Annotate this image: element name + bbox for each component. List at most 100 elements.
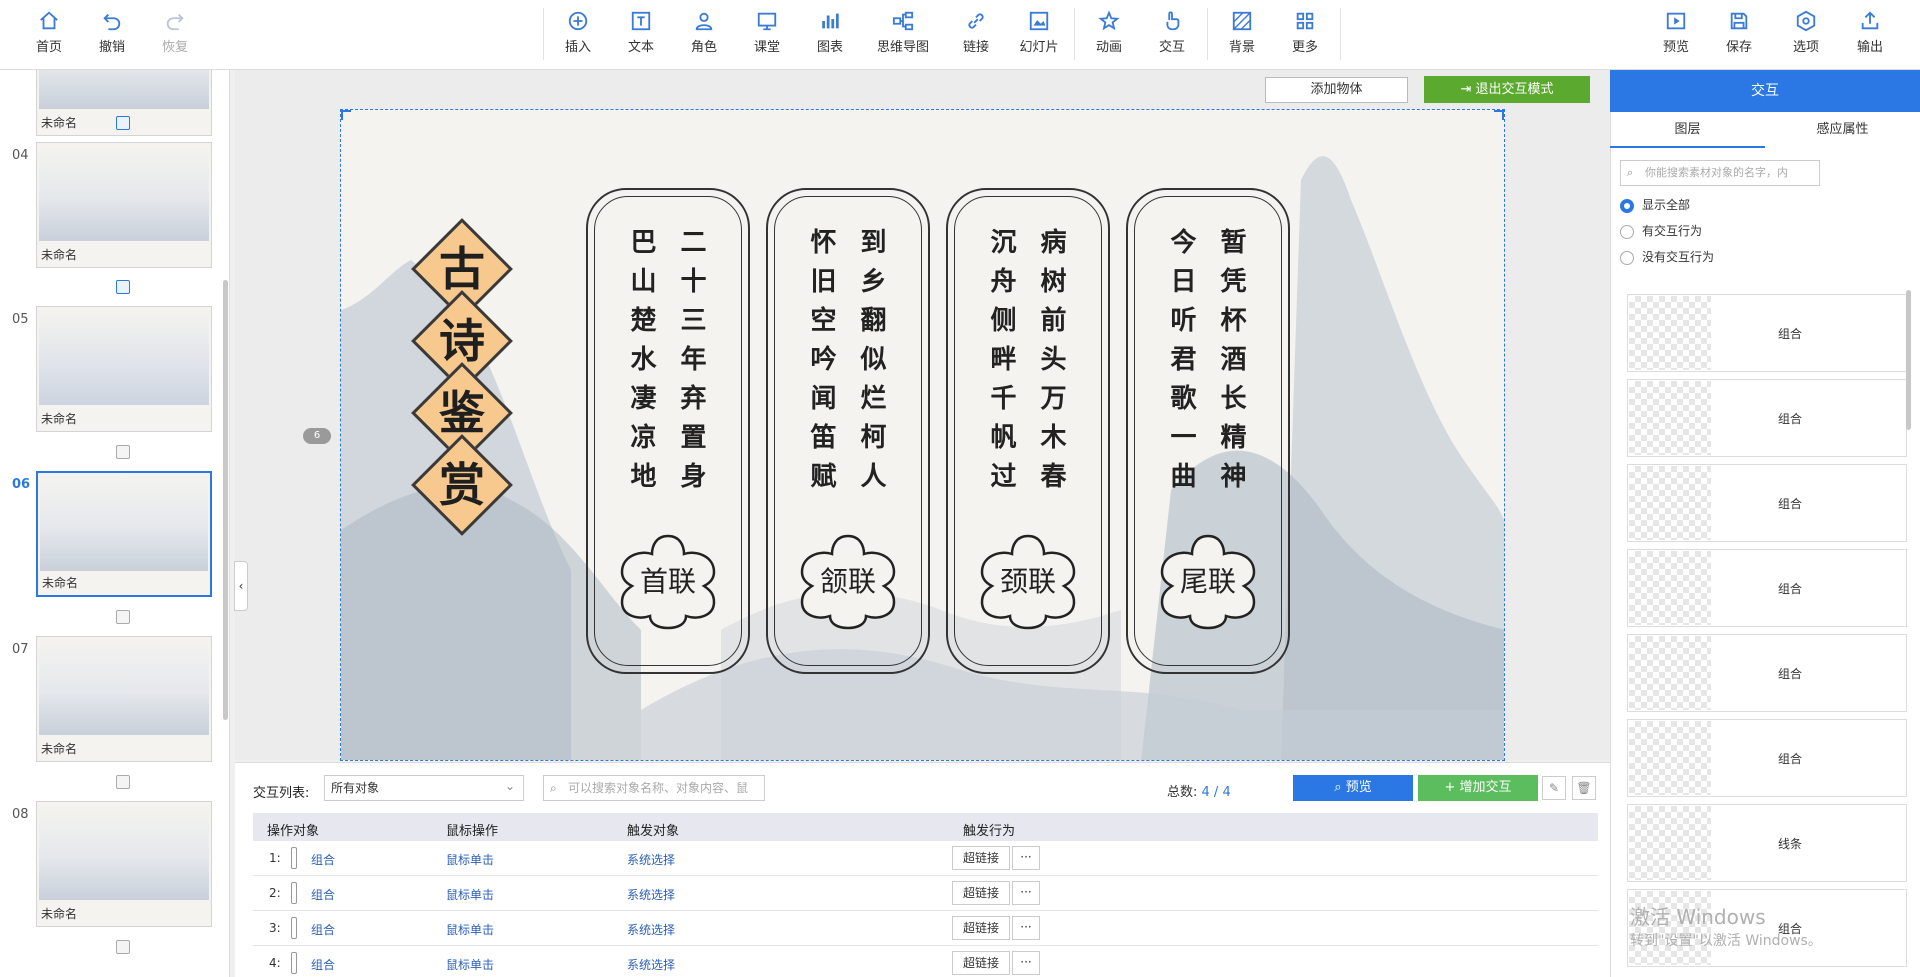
seal-badge[interactable]: 颈联 <box>978 532 1078 632</box>
object-filter-select[interactable]: 所有对象 <box>324 774 524 801</box>
save-button[interactable]: 保存 <box>1711 10 1767 60</box>
selection-handle[interactable] <box>341 110 351 120</box>
text-button[interactable]: 文本 <box>613 10 669 60</box>
tab-layers[interactable]: 图层 <box>1610 112 1765 148</box>
slide-canvas[interactable]: 古 诗 鉴 赏 巴山楚水凄凉地 二十三年弃置身 首联 怀旧空吟闻笛赋 到乡翻似烂… <box>340 109 1505 761</box>
transition-icon[interactable] <box>116 775 130 789</box>
interaction-preview-button[interactable]: ⌕ 预览 <box>1293 775 1413 801</box>
layer-item[interactable]: 组合 <box>1627 634 1907 712</box>
seal-badge[interactable]: 尾联 <box>1158 532 1258 632</box>
slide-thumbnail[interactable]: 未命名 <box>36 801 212 927</box>
chart-button[interactable]: 图表 <box>802 10 858 60</box>
poem-card-3[interactable]: 沉舟侧畔千帆过 病树前头万木春 颈联 <box>946 188 1110 674</box>
layer-item[interactable]: 组合 <box>1627 719 1907 797</box>
layer-list-scrollbar[interactable] <box>1906 290 1911 430</box>
filter-show-all-radio[interactable]: 显示全部 <box>1620 196 1690 213</box>
layer-name: 线条 <box>1778 837 1803 851</box>
windows-activation-watermark: 激活 Windows 转到"设置"以激活 Windows。 <box>1630 905 1822 953</box>
options-button[interactable]: 选项 <box>1778 10 1834 60</box>
filter-without-interaction-radio[interactable]: 没有交互行为 <box>1620 248 1714 265</box>
layer-item[interactable]: 线条 <box>1627 804 1907 882</box>
layer-search-input[interactable]: ⌕ 你能搜索素材对象的名字，内 <box>1620 160 1820 186</box>
table-row[interactable]: 2: 组合 鼠标单击 系统选择 超链接 ··· <box>253 876 1598 911</box>
row-more-button[interactable]: ··· <box>1012 881 1040 905</box>
row-action-button[interactable]: 超链接 <box>952 951 1010 975</box>
row-target[interactable]: 系统选择 <box>627 851 675 868</box>
seal-badge[interactable]: 首联 <box>618 532 718 632</box>
insert-button[interactable]: 插入 <box>550 10 606 60</box>
interaction-search-placeholder: 可以搜索对象名称、对象内容、鼠 <box>568 781 749 795</box>
slide-thumbnail[interactable]: 未命名 <box>36 142 212 268</box>
tab-sensing-properties[interactable]: 感应属性 <box>1765 112 1920 148</box>
row-object[interactable]: 组合 <box>311 886 335 903</box>
export-button[interactable]: 输出 <box>1842 10 1898 60</box>
preview-button[interactable]: 预览 <box>1648 10 1704 60</box>
seal-badge[interactable]: 颔联 <box>798 532 898 632</box>
gear-icon <box>1794 10 1818 32</box>
add-interaction-button[interactable]: + 增加交互 <box>1418 775 1538 801</box>
redo-icon <box>163 10 187 32</box>
table-row[interactable]: 1: 组合 鼠标单击 系统选择 超链接 ··· <box>253 841 1598 876</box>
row-action-button[interactable]: 超链接 <box>952 846 1010 870</box>
row-object[interactable]: 组合 <box>311 921 335 938</box>
row-object[interactable]: 组合 <box>311 956 335 973</box>
classroom-button[interactable]: 课堂 <box>739 10 795 60</box>
transition-icon[interactable] <box>116 940 130 954</box>
slide-thumbnail[interactable]: 未命名 <box>36 636 212 762</box>
table-row[interactable]: 3: 组合 鼠标单击 系统选择 超链接 ··· <box>253 911 1598 946</box>
poem-card-4[interactable]: 今日听君歌一曲 暂凭杯酒长精神 尾联 <box>1126 188 1290 674</box>
background-button[interactable]: 背景 <box>1214 10 1270 60</box>
layer-item[interactable]: 组合 <box>1627 294 1907 372</box>
interaction-search-input[interactable]: ⌕ 可以搜索对象名称、对象内容、鼠 <box>543 775 765 801</box>
row-mouse-action[interactable]: 鼠标单击 <box>446 886 494 903</box>
layer-item[interactable]: 组合 <box>1627 464 1907 542</box>
mindmap-icon <box>891 10 915 32</box>
row-more-button[interactable]: ··· <box>1012 951 1040 975</box>
plus-circle-icon <box>566 10 590 32</box>
add-object-button[interactable]: 添加物体 <box>1265 77 1408 103</box>
row-object[interactable]: 组合 <box>311 851 335 868</box>
verse-line: 怀旧空吟闻笛赋 <box>806 228 836 501</box>
poem-card-2[interactable]: 怀旧空吟闻笛赋 到乡翻似烂柯人 颔联 <box>766 188 930 674</box>
transition-icon[interactable] <box>116 610 130 624</box>
slide-thumbnail-active[interactable]: 未命名 <box>36 471 212 597</box>
row-mouse-action[interactable]: 鼠标单击 <box>446 851 494 868</box>
row-more-button[interactable]: ··· <box>1012 916 1040 940</box>
selection-handle[interactable] <box>1494 110 1504 120</box>
role-button[interactable]: 角色 <box>676 10 732 60</box>
collapse-panel-handle[interactable]: ‹ <box>234 561 248 611</box>
redo-button[interactable]: 恢复 <box>147 10 203 60</box>
slide-list-scrollbar[interactable] <box>223 280 228 720</box>
mindmap-button[interactable]: 思维导图 <box>873 10 933 60</box>
filter-with-interaction-radio[interactable]: 有交互行为 <box>1620 222 1702 239</box>
row-target[interactable]: 系统选择 <box>627 886 675 903</box>
delete-interaction-button[interactable]: 🗑 <box>1572 776 1596 800</box>
link-button[interactable]: 链接 <box>948 10 1004 60</box>
slide-thumbnail[interactable]: 未命名 <box>36 306 212 432</box>
layer-item[interactable]: 组合 <box>1627 379 1907 457</box>
table-row[interactable]: 4: 组合 鼠标单击 系统选择 超链接 ··· <box>253 946 1598 977</box>
row-target[interactable]: 系统选择 <box>627 921 675 938</box>
undo-button[interactable]: 撤销 <box>84 10 140 60</box>
home-button[interactable]: 首页 <box>21 10 77 60</box>
row-mouse-action[interactable]: 鼠标单击 <box>446 921 494 938</box>
animation-button[interactable]: 动画 <box>1081 10 1137 60</box>
row-more-button[interactable]: ··· <box>1012 846 1040 870</box>
more-button[interactable]: 更多 <box>1277 10 1333 60</box>
row-mouse-action[interactable]: 鼠标单击 <box>446 956 494 973</box>
mindmap-label: 思维导图 <box>876 40 929 55</box>
row-action-button[interactable]: 超链接 <box>952 881 1010 905</box>
slide-number: 04 <box>12 148 29 163</box>
interaction-button[interactable]: 交互 <box>1144 10 1200 60</box>
layer-item[interactable]: 组合 <box>1627 549 1907 627</box>
row-target[interactable]: 系统选择 <box>627 956 675 973</box>
transition-icon[interactable] <box>116 445 130 459</box>
row-action-button[interactable]: 超链接 <box>952 916 1010 940</box>
poem-card-1[interactable]: 巴山楚水凄凉地 二十三年弃置身 首联 <box>586 188 750 674</box>
slideshow-button[interactable]: 幻灯片 <box>1011 10 1067 60</box>
redo-label: 恢复 <box>161 40 188 55</box>
edit-interaction-button[interactable]: ✎ <box>1542 776 1566 800</box>
transition-icon[interactable] <box>116 280 130 294</box>
transition-icon[interactable] <box>116 116 130 130</box>
exit-interaction-mode-button[interactable]: ⇥ 退出交互模式 <box>1424 76 1590 103</box>
